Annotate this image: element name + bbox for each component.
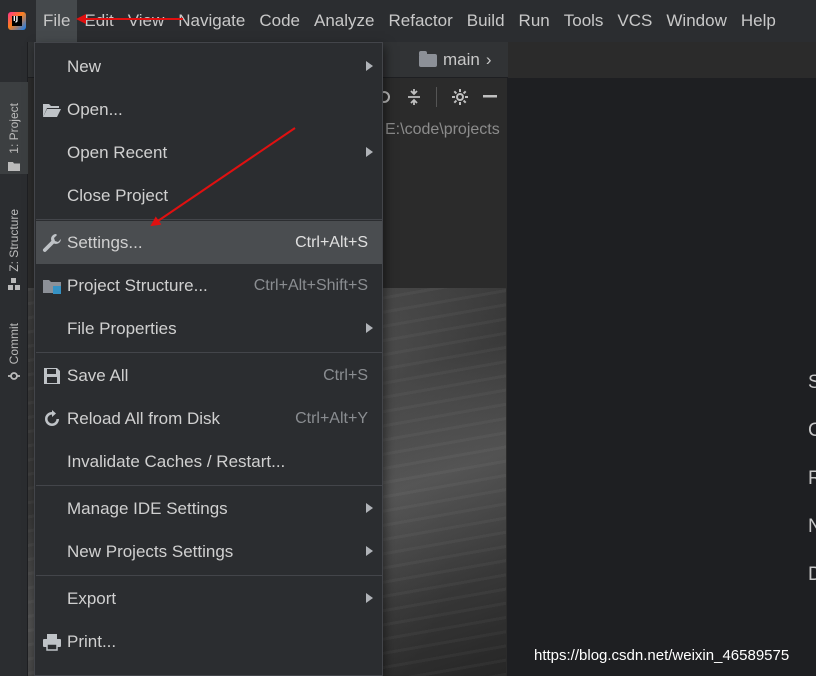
menu-item-label: Export: [67, 588, 117, 608]
folder-icon: [419, 50, 437, 67]
menu-item-label: Close Project: [67, 185, 169, 205]
toolbar-divider: [436, 87, 437, 107]
welcome-panel: [507, 78, 816, 676]
file-menu-dropdown: New Open... Open Recent Close Project Se…: [34, 42, 383, 676]
file-menu-reload-all[interactable]: Reload All from Disk Ctrl+Alt+Y: [36, 397, 382, 440]
submenu-arrow-icon: [366, 546, 373, 556]
tab-commit-label: Commit: [7, 322, 21, 364]
file-menu-open-recent[interactable]: Open Recent: [36, 131, 382, 174]
menu-edit[interactable]: Edit: [77, 0, 120, 42]
hide-icon[interactable]: [483, 95, 497, 99]
file-menu-project-structure[interactable]: Project Structure... Ctrl+Alt+Shift+S: [36, 264, 382, 307]
refresh-icon: [45, 410, 59, 426]
menu-item-label: New Projects Settings: [67, 541, 234, 561]
file-menu-print[interactable]: Print...: [36, 620, 382, 663]
file-menu-invalidate-caches[interactable]: Invalidate Caches / Restart...: [36, 440, 382, 483]
menu-item-label: Invalidate Caches / Restart...: [67, 451, 286, 471]
menu-bar: IJ File Edit View Navigate Code Analyze …: [0, 0, 816, 42]
project-toolbar: [370, 80, 506, 114]
menu-item-label: Project Structure...: [67, 275, 208, 295]
file-menu-close-project[interactable]: Close Project: [36, 174, 382, 217]
structure-icon: [8, 278, 20, 290]
menu-item-label: Open...: [67, 99, 123, 119]
menu-code[interactable]: Code: [252, 0, 307, 42]
save-icon: [44, 368, 60, 384]
logo-text: IJ: [13, 15, 19, 23]
menu-vcs[interactable]: VCS: [610, 0, 659, 42]
menu-file[interactable]: File: [36, 0, 78, 42]
menu-item-label: File Properties: [67, 318, 177, 338]
menu-item-shortcut: Ctrl+Alt+S: [295, 233, 368, 251]
menu-separator: [36, 352, 382, 353]
menu-item-shortcut: Ctrl+Alt+Y: [295, 409, 368, 427]
menu-separator: [36, 219, 382, 220]
menu-tools[interactable]: Tools: [557, 0, 611, 42]
open-folder-icon: [43, 104, 61, 117]
menu-run[interactable]: Run: [512, 0, 557, 42]
folder-icon: [8, 162, 20, 171]
breadcrumb-label: main: [443, 50, 480, 69]
printer-icon: [43, 634, 61, 651]
menu-view[interactable]: View: [121, 0, 172, 42]
file-menu-new[interactable]: New: [36, 45, 382, 88]
menu-item-label: Open Recent: [67, 142, 168, 162]
submenu-arrow-icon: [366, 323, 373, 333]
project-path: E:\code\projects: [385, 121, 500, 138]
menu-window[interactable]: Window: [659, 0, 733, 42]
tab-commit[interactable]: Commit: [0, 310, 28, 384]
menu-item-label: Print...: [67, 631, 117, 651]
menu-item-label: Settings...: [67, 232, 143, 252]
breadcrumb[interactable]: main ›: [419, 50, 492, 70]
file-menu-new-projects-settings[interactable]: New Projects Settings: [36, 530, 382, 573]
intellij-logo-icon: IJ: [8, 12, 26, 30]
tab-structure[interactable]: Z: Structure: [0, 192, 28, 292]
menu-item-label: Save All: [67, 365, 129, 385]
welcome-action-5[interactable]: D: [808, 564, 816, 586]
menu-help[interactable]: Help: [734, 0, 783, 42]
file-menu-save-all[interactable]: Save All Ctrl+S: [36, 354, 382, 397]
gear-icon[interactable]: [451, 88, 469, 106]
submenu-arrow-icon: [366, 503, 373, 513]
wrench-icon: [42, 234, 61, 252]
menu-item-shortcut: Ctrl+Alt+Shift+S: [253, 276, 368, 294]
welcome-action-4[interactable]: N: [808, 516, 816, 538]
menu-separator: [36, 485, 382, 486]
submenu-arrow-icon: [366, 593, 373, 603]
file-menu-open[interactable]: Open...: [36, 88, 382, 131]
submenu-arrow-icon: [366, 61, 373, 71]
tab-structure-label: Z: Structure: [7, 209, 21, 272]
menu-item-label: Manage IDE Settings: [67, 498, 228, 518]
file-menu-export[interactable]: Export: [36, 577, 382, 620]
tab-project[interactable]: 1: Project: [0, 82, 28, 174]
menu-separator: [36, 575, 382, 576]
menu-item-shortcut: Ctrl+S: [323, 366, 368, 384]
file-menu-file-properties[interactable]: File Properties: [36, 307, 382, 350]
collapse-all-icon[interactable]: [406, 88, 422, 106]
menu-item-label: New: [67, 56, 102, 76]
commit-icon: [8, 372, 20, 380]
file-menu-settings[interactable]: Settings... Ctrl+Alt+S: [36, 221, 382, 264]
submenu-arrow-icon: [366, 147, 373, 157]
menu-refactor[interactable]: Refactor: [381, 0, 459, 42]
file-menu-manage-ide-settings[interactable]: Manage IDE Settings: [36, 487, 382, 530]
tab-project-label: 1: Project: [7, 103, 21, 154]
chevron-right-icon: ›: [485, 50, 492, 69]
welcome-action-1[interactable]: S: [808, 372, 816, 394]
menu-item-label: Reload All from Disk: [67, 408, 221, 428]
menu-navigate[interactable]: Navigate: [171, 0, 252, 42]
project-structure-icon: [43, 280, 61, 294]
menu-build[interactable]: Build: [460, 0, 512, 42]
welcome-action-3[interactable]: R: [808, 468, 816, 490]
menu-analyze[interactable]: Analyze: [307, 0, 381, 42]
welcome-action-2[interactable]: C: [808, 420, 816, 442]
watermark: https://blog.csdn.net/weixin_46589575: [534, 647, 790, 664]
tool-window-strip: 1: Project Z: Structure Commit: [0, 42, 28, 676]
